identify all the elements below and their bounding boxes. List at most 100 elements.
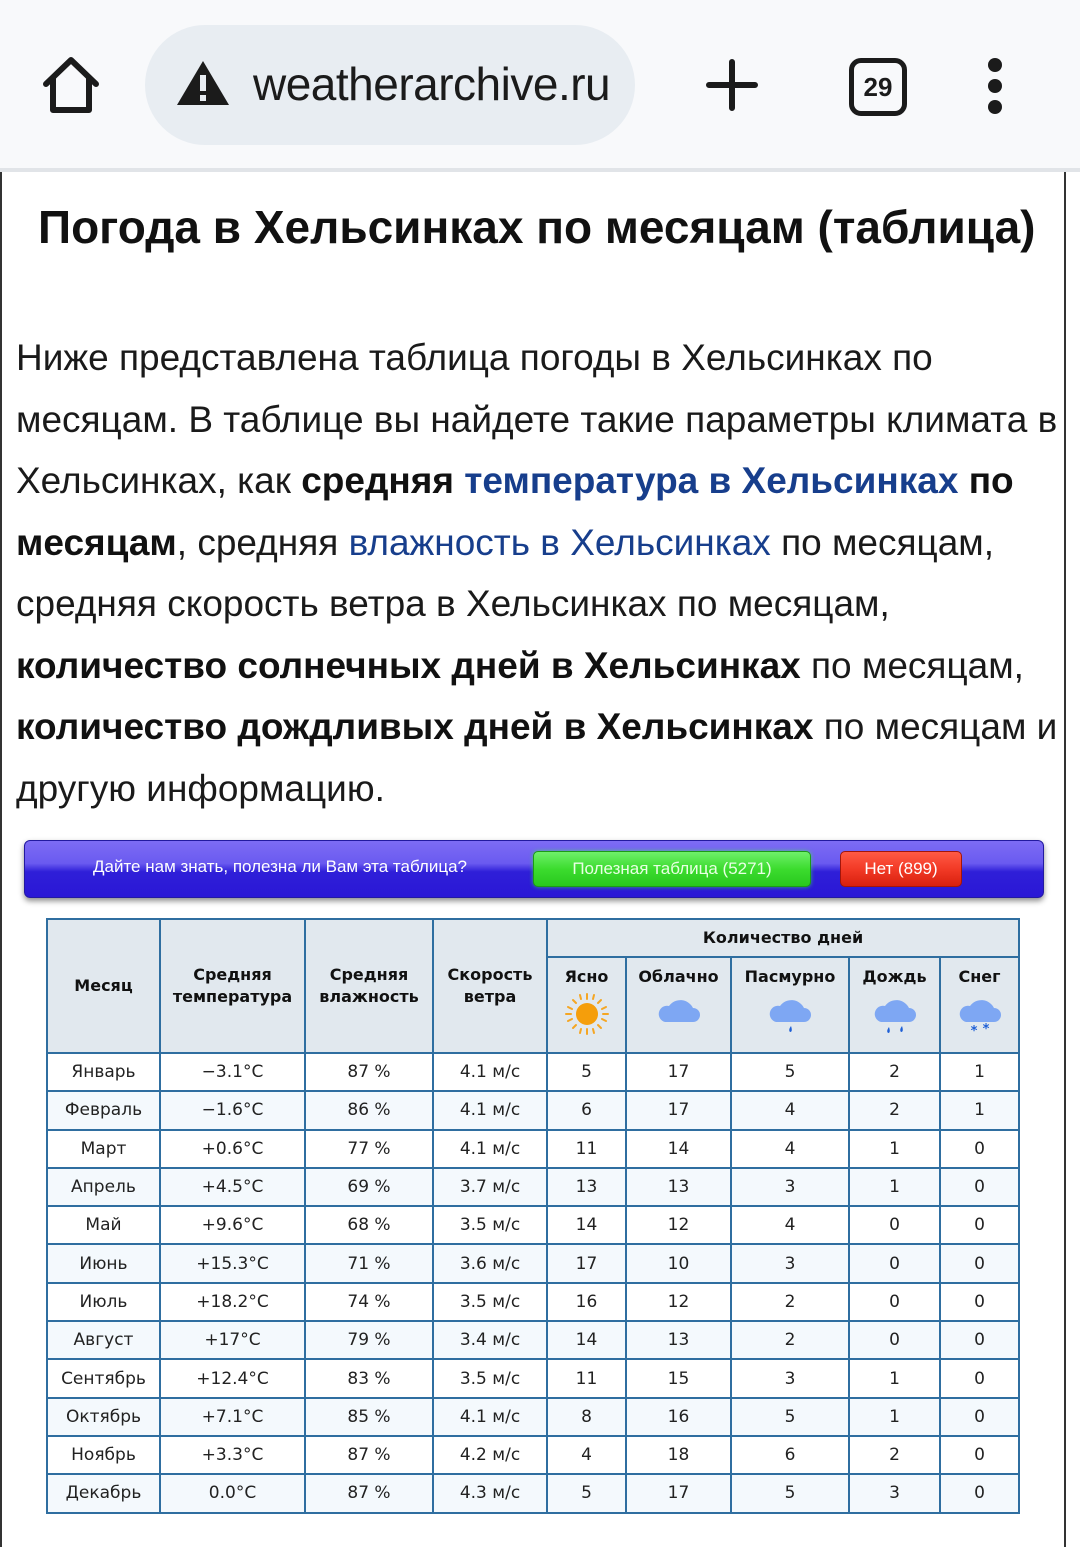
- header-cloudy: Облачно: [625, 956, 732, 1054]
- cell-clear: 5: [546, 1051, 627, 1093]
- cell-humidity: 74 %: [304, 1281, 434, 1323]
- warning-triangle-icon[interactable]: [175, 59, 231, 107]
- cell-overcast: 5: [730, 1051, 850, 1093]
- cell-wind: 4.1 м/с: [432, 1051, 548, 1093]
- not-useful-button[interactable]: Нет (899): [840, 851, 962, 887]
- cell-rain: 0: [848, 1320, 941, 1361]
- cell-snow: 0: [939, 1396, 1020, 1437]
- home-button[interactable]: [38, 52, 104, 118]
- cell-overcast: 2: [730, 1320, 850, 1361]
- cell-wind: 3.5 м/с: [432, 1281, 548, 1323]
- cell-rain: 0: [848, 1243, 941, 1284]
- svg-text:*: *: [970, 1024, 977, 1036]
- useful-table-button[interactable]: Полезная таблица (5271): [533, 851, 811, 887]
- cell-snow: 0: [939, 1281, 1020, 1323]
- cell-wind: 3.5 м/с: [432, 1358, 548, 1399]
- cell-month: Март: [46, 1128, 161, 1169]
- humidity-link[interactable]: влажность в Хельсинках: [349, 522, 771, 563]
- header-cloudy-label: Облачно: [638, 967, 719, 986]
- feedback-banner: Дайте нам знать, полезна ли Вам эта табл…: [24, 840, 1044, 898]
- page-title: Погода в Хельсинках по месяцам (таблица): [38, 201, 1036, 253]
- cell-snow: 0: [939, 1320, 1020, 1361]
- cell-overcast: 3: [730, 1243, 850, 1284]
- cell-wind: 3.7 м/с: [432, 1166, 548, 1208]
- cell-clear: 6: [546, 1090, 627, 1131]
- intro-bold: количество солнечных дней в Хельсинках: [16, 644, 801, 686]
- cell-month: Май: [46, 1205, 161, 1246]
- cell-temp: +9.6°C: [159, 1205, 306, 1246]
- temperature-link[interactable]: температура в Хельсинках: [464, 460, 958, 501]
- cell-wind: 4.1 м/с: [432, 1128, 548, 1169]
- header-humidity-label: Средняя влажность: [319, 965, 419, 1006]
- cell-clear: 17: [546, 1243, 627, 1284]
- intro-bold: количество дождливых дней в Хельсинках: [16, 706, 814, 747]
- cell-month: Ноябрь: [46, 1434, 161, 1476]
- cell-cloudy: 17: [625, 1090, 732, 1131]
- cell-clear: 11: [546, 1128, 627, 1169]
- header-snow: Снег * *: [939, 956, 1020, 1054]
- cloud-rain-icon: [874, 1000, 916, 1033]
- tab-count: 29: [863, 72, 893, 102]
- cell-rain: 1: [848, 1358, 941, 1399]
- header-clear-label: Ясно: [564, 967, 609, 986]
- cell-rain: 0: [848, 1205, 941, 1246]
- header-days-group: Количество дней: [546, 918, 1020, 958]
- cell-overcast: 4: [730, 1205, 850, 1246]
- cell-humidity: 83 %: [304, 1358, 434, 1399]
- address-bar[interactable]: weatherarchive.ru: [145, 25, 635, 145]
- cell-temp: −3.1°C: [159, 1051, 306, 1093]
- cell-cloudy: 15: [625, 1358, 732, 1399]
- header-overcast-label: Пасмурно: [744, 967, 836, 986]
- url-text[interactable]: weatherarchive.ru: [253, 57, 623, 111]
- cell-clear: 13: [546, 1166, 627, 1208]
- cell-humidity: 87 %: [304, 1434, 434, 1476]
- cell-snow: 0: [939, 1473, 1020, 1514]
- cell-wind: 4.3 м/с: [432, 1473, 548, 1514]
- header-clear: Ясно: [546, 956, 627, 1054]
- cell-wind: 3.6 м/с: [432, 1243, 548, 1284]
- table-row: Декабрь 0.0°C 87 % 4.3 м/с 5 17 5 3 0: [46, 1473, 1020, 1514]
- cell-overcast: 4: [730, 1128, 850, 1169]
- cell-temp: +12.4°C: [159, 1358, 306, 1399]
- cell-month: Июнь: [46, 1243, 161, 1284]
- cell-overcast: 4: [730, 1090, 850, 1131]
- intro-text: [958, 460, 968, 501]
- cell-snow: 0: [939, 1358, 1020, 1399]
- feedback-question: Дайте нам знать, полезна ли Вам эта табл…: [93, 857, 467, 876]
- cell-clear: 8: [546, 1396, 627, 1437]
- cell-month: Январь: [46, 1051, 161, 1093]
- table-row: Август +17°C 79 % 3.4 м/с 14 13 2 0 0: [46, 1320, 1020, 1361]
- cell-month: Октябрь: [46, 1396, 161, 1437]
- cell-month: Июль: [46, 1281, 161, 1323]
- cell-snow: 1: [939, 1051, 1020, 1093]
- table-row: Апрель +4.5°C 69 % 3.7 м/с 13 13 3 1 0: [46, 1166, 1020, 1208]
- cell-humidity: 69 %: [304, 1166, 434, 1208]
- header-humidity: Средняя влажность: [304, 918, 434, 1054]
- cell-overcast: 3: [730, 1358, 850, 1399]
- cell-wind: 4.2 м/с: [432, 1434, 548, 1476]
- cell-humidity: 68 %: [304, 1205, 434, 1246]
- cell-temp: +18.2°C: [159, 1281, 306, 1323]
- cell-rain: 1: [848, 1128, 941, 1169]
- cell-humidity: 79 %: [304, 1320, 434, 1361]
- cell-month: Февраль: [46, 1090, 161, 1131]
- cell-cloudy: 12: [625, 1281, 732, 1323]
- cell-snow: 0: [939, 1166, 1020, 1208]
- more-menu-button[interactable]: [980, 58, 1010, 114]
- new-tab-button[interactable]: [705, 58, 759, 112]
- cell-snow: 1: [939, 1090, 1020, 1131]
- table-row: Ноябрь +3.3°C 87 % 4.2 м/с 4 18 6 2 0: [46, 1434, 1020, 1476]
- cell-wind: 3.4 м/с: [432, 1320, 548, 1361]
- browser-toolbar: weatherarchive.ru 29: [0, 0, 1080, 168]
- header-overcast: Пасмурно: [730, 956, 850, 1054]
- cell-wind: 4.1 м/с: [432, 1090, 548, 1131]
- tab-switcher-button[interactable]: 29: [849, 58, 907, 116]
- table-row: Май +9.6°C 68 % 3.5 м/с 14 12 4 0 0: [46, 1205, 1020, 1246]
- cell-overcast: 5: [730, 1396, 850, 1437]
- table-row: Январь −3.1°C 87 % 4.1 м/с 5 17 5 2 1: [46, 1051, 1020, 1093]
- cell-rain: 1: [848, 1396, 941, 1437]
- cell-overcast: 5: [730, 1473, 850, 1514]
- cell-overcast: 6: [730, 1434, 850, 1476]
- cell-temp: −1.6°C: [159, 1090, 306, 1131]
- cell-clear: 14: [546, 1205, 627, 1246]
